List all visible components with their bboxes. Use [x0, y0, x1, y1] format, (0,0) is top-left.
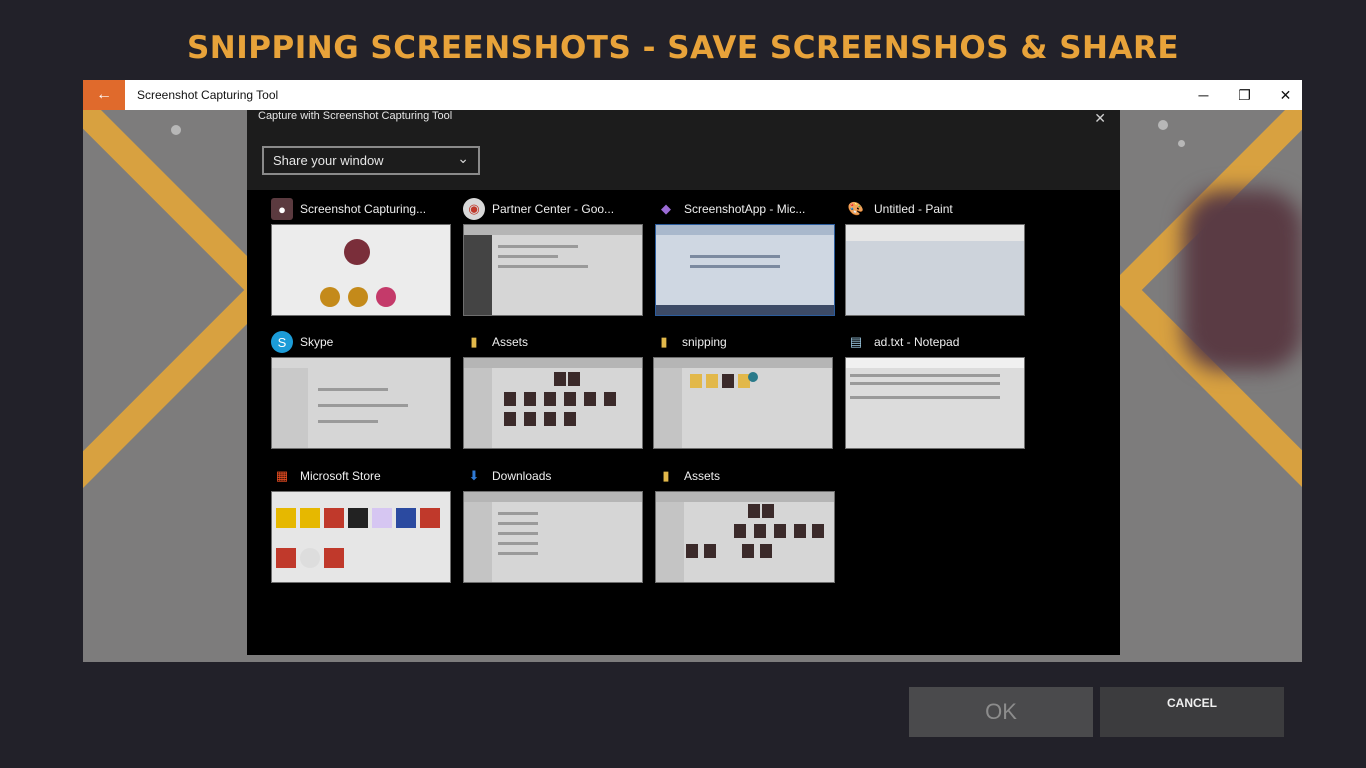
- decorative-dot: [1178, 140, 1185, 147]
- minimize-button[interactable]: ─: [1183, 80, 1224, 110]
- folder-icon: ▮: [470, 334, 478, 349]
- window-tile[interactable]: ◆ ScreenshotApp - Mic...: [655, 197, 835, 316]
- window-label: Partner Center - Goo...: [492, 202, 615, 216]
- window-label: Assets: [492, 335, 529, 349]
- window-title: Screenshot Capturing Tool: [137, 88, 279, 102]
- window-tile[interactable]: ⬇ Downloads: [463, 464, 643, 583]
- window-thumbnail: [463, 224, 643, 316]
- decorative-dot: [171, 125, 181, 135]
- window-tile[interactable]: ▮ snipping: [653, 330, 833, 449]
- chrome-icon: ◉: [463, 198, 485, 220]
- store-icon: ▦: [275, 468, 289, 483]
- visual-studio-icon: ◆: [661, 201, 671, 216]
- chevron-down-icon: ⌄: [457, 150, 469, 166]
- capture-dialog: Capture with Screenshot Capturing Tool ✕…: [247, 110, 1120, 655]
- window-thumbnail: [463, 357, 643, 449]
- window-grid: ● Screenshot Capturing... ◉ Partner Center…: [247, 190, 1120, 655]
- ok-button[interactable]: OK: [909, 687, 1093, 737]
- window-label: ScreenshotApp - Mic...: [684, 202, 806, 216]
- decorative-dot: [1158, 120, 1168, 130]
- arrow-left-icon: ←: [96, 86, 112, 103]
- window-tile[interactable]: ▮ Assets: [655, 464, 835, 583]
- window-thumbnail: [271, 224, 451, 316]
- window-label: Downloads: [492, 469, 552, 483]
- download-icon: ⬇: [468, 468, 480, 483]
- window-label: ad.txt - Notepad: [874, 335, 960, 349]
- window-thumbnail: [655, 491, 835, 583]
- close-window-button[interactable]: ✕: [1265, 80, 1302, 110]
- window-label: Untitled - Paint: [874, 202, 953, 216]
- dropdown-selected-value: Share your window: [273, 153, 384, 168]
- close-icon[interactable]: ✕: [1094, 110, 1106, 127]
- folder-icon: ▮: [660, 334, 668, 349]
- window-thumbnail: [463, 491, 643, 583]
- page-banner-title: SNIPPING SCREENSHOTS - SAVE SCREENSHOS &…: [186, 30, 1180, 66]
- app-avatar-icon: ●: [271, 198, 293, 220]
- window-label: Microsoft Store: [300, 469, 381, 483]
- folder-icon: ▮: [662, 468, 670, 483]
- window-label: Assets: [684, 469, 721, 483]
- maximize-button[interactable]: ❐: [1224, 80, 1265, 110]
- back-button[interactable]: ←: [83, 80, 125, 110]
- skype-icon: S: [271, 331, 293, 353]
- window-tile[interactable]: ◉ Partner Center - Goo...: [463, 197, 643, 316]
- window-tile[interactable]: ● Screenshot Capturing...: [271, 197, 451, 316]
- window-label: Screenshot Capturing...: [300, 202, 427, 216]
- window-tile[interactable]: ▮ Assets: [463, 330, 643, 449]
- share-type-dropdown[interactable]: Share your window ⌄: [262, 146, 480, 175]
- window-tile[interactable]: 🎨 Untitled - Paint: [845, 197, 1025, 316]
- window-thumbnail: [653, 357, 833, 449]
- window-label: Skype: [300, 335, 334, 349]
- dialog-header: Capture with Screenshot Capturing Tool ✕…: [247, 110, 1120, 190]
- cancel-button[interactable]: CANCEL: [1100, 687, 1284, 737]
- window-thumbnail: [271, 357, 451, 449]
- window-tile[interactable]: S Skype: [271, 330, 451, 449]
- window-label: snipping: [682, 335, 727, 349]
- window-thumbnail: [271, 491, 451, 583]
- window-tile[interactable]: ▦ Microsoft Store: [271, 464, 451, 583]
- window-thumbnail: [845, 357, 1025, 449]
- notepad-icon: ▤: [849, 334, 863, 349]
- window-tile[interactable]: ▤ ad.txt - Notepad: [845, 330, 1025, 449]
- paint-icon: 🎨: [847, 201, 865, 216]
- window-thumbnail: [845, 224, 1025, 316]
- window-thumbnail: [655, 224, 835, 316]
- title-bar: ← Screenshot Capturing Tool ─ ❐ ✕: [83, 80, 1302, 110]
- decorative-image: [1183, 190, 1302, 370]
- dialog-title: Capture with Screenshot Capturing Tool: [258, 110, 453, 122]
